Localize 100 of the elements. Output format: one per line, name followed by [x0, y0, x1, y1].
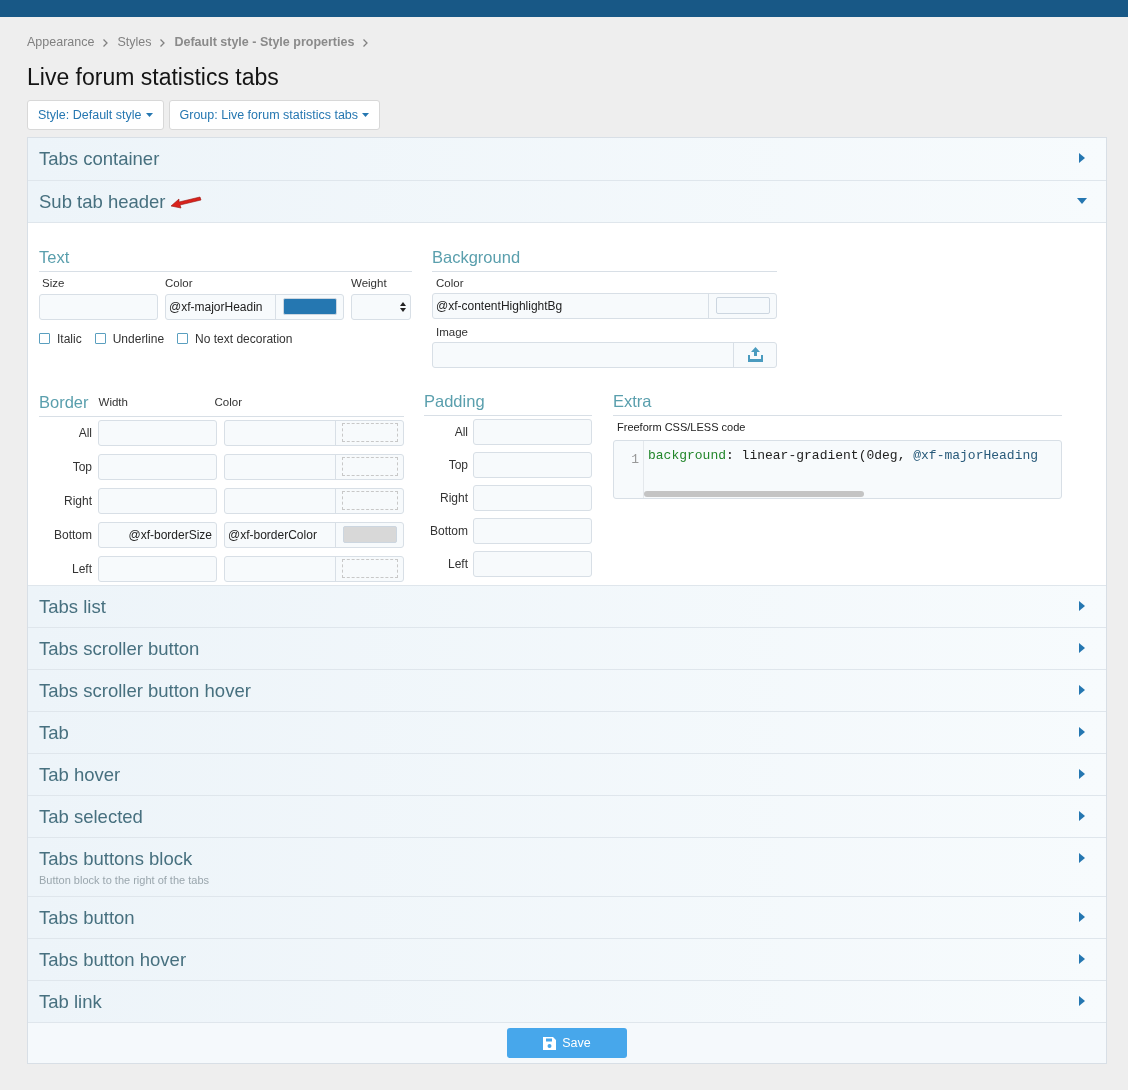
section-title[interactable]: Tab selected — [39, 806, 143, 828]
row-label: Left — [448, 556, 468, 571]
row-label: Top — [72, 459, 92, 474]
annotation-arrow-icon — [169, 195, 202, 209]
group-heading: Border — [39, 392, 89, 413]
color-field[interactable]: @xf-contentHighlightBg — [432, 292, 777, 319]
section-title[interactable]: Tab — [39, 722, 69, 744]
field-label: Image — [435, 324, 469, 340]
column-label: Color — [214, 395, 242, 408]
width-input[interactable] — [98, 419, 217, 446]
group-heading: Padding — [424, 388, 592, 416]
section-title[interactable]: Tabs list — [39, 596, 106, 618]
color-field[interactable] — [224, 419, 404, 446]
breadcrumb-link[interactable]: Appearance — [27, 33, 95, 52]
collapse-arrow-icon[interactable] — [1077, 196, 1087, 206]
color-swatch[interactable] — [282, 298, 337, 316]
padding-input[interactable] — [473, 451, 592, 478]
row-label: All — [454, 424, 468, 439]
filter-button[interactable]: Style: Default style — [27, 100, 164, 130]
section-title[interactable]: Tabs button hover — [39, 949, 187, 971]
color-field[interactable]: @xf-borderColor — [224, 521, 404, 548]
expand-arrow-icon[interactable] — [1077, 996, 1087, 1006]
section-title[interactable]: Tabs scroller button — [39, 638, 200, 660]
section-title[interactable]: Tabs buttons block — [39, 848, 193, 870]
chevron-icon — [103, 38, 109, 47]
code-editor[interactable]: 1 background: linear-gradient(0deg, @xf-majorHeading — [613, 439, 1062, 499]
color-input[interactable]: @xf-borderColor — [225, 522, 335, 547]
checkbox[interactable] — [177, 333, 189, 345]
row-label: Right — [64, 493, 92, 508]
padding-input[interactable] — [473, 517, 592, 544]
color-field[interactable] — [224, 555, 404, 582]
expand-arrow-icon[interactable] — [1077, 727, 1087, 737]
row-label: All — [78, 425, 92, 440]
chevron-icon — [160, 38, 166, 47]
padding-input[interactable] — [473, 550, 592, 577]
width-input[interactable] — [98, 453, 217, 480]
expand-arrow-icon[interactable] — [1077, 769, 1087, 779]
code-line: background: linear-gradient(0deg, @xf-majorHeading — [648, 446, 1039, 465]
expand-arrow-icon[interactable] — [1077, 912, 1087, 922]
color-swatch[interactable] — [342, 526, 397, 544]
save-button[interactable]: Save — [507, 1028, 627, 1058]
column-label: Width — [98, 395, 128, 408]
expand-arrow-icon[interactable] — [1077, 954, 1087, 964]
group-heading: Text — [39, 245, 412, 272]
caret-icon — [362, 113, 370, 117]
color-swatch[interactable] — [341, 457, 398, 477]
group-heading: Background — [432, 245, 777, 272]
filter-button[interactable]: Group: Live forum statistics tabs — [168, 100, 381, 130]
field-label: Color — [165, 276, 193, 289]
field-label: Weight — [351, 276, 387, 289]
width-input[interactable] — [98, 555, 217, 582]
expand-arrow-icon[interactable] — [1077, 853, 1087, 863]
field-label: Freeform CSS/LESS code — [616, 419, 747, 435]
section-title[interactable]: Tab link — [39, 991, 102, 1013]
expand-arrow-icon[interactable] — [1077, 601, 1087, 611]
width-input[interactable] — [98, 487, 217, 514]
padding-input[interactable] — [473, 418, 592, 445]
color-field[interactable] — [224, 487, 404, 514]
row-label: Bottom — [430, 523, 468, 538]
section-title[interactable]: Tab hover — [39, 764, 121, 786]
weight-select[interactable] — [351, 293, 411, 320]
section-title[interactable]: Tabs button — [39, 907, 135, 929]
color-swatch[interactable] — [341, 559, 398, 579]
checkbox-label[interactable]: Italic — [57, 329, 82, 348]
row-label: Bottom — [54, 527, 92, 542]
section-description: Button block to the right of the tabs — [39, 873, 209, 888]
width-input[interactable]: @xf-borderSize — [98, 521, 217, 548]
expand-arrow-icon[interactable] — [1077, 153, 1087, 163]
breadcrumb-link[interactable]: Styles — [117, 33, 152, 52]
checkbox-label[interactable]: Underline — [112, 329, 165, 348]
section-title[interactable]: Tabs scroller button hover — [39, 680, 251, 702]
expand-arrow-icon[interactable] — [1077, 811, 1087, 821]
checkbox[interactable] — [94, 333, 106, 345]
color-input[interactable]: @xf-contentHighlightBg — [433, 293, 708, 318]
expand-arrow-icon[interactable] — [1077, 685, 1087, 695]
padding-input[interactable] — [473, 484, 592, 511]
select-arrows-icon — [400, 301, 406, 312]
breadcrumb-link[interactable]: Default style - Style properties — [174, 33, 355, 52]
checkbox[interactable] — [39, 333, 50, 345]
row-label: Right — [440, 490, 468, 505]
group-heading: Extra — [613, 388, 1062, 416]
expand-arrow-icon[interactable] — [1077, 643, 1087, 653]
row-label: Left — [72, 561, 92, 576]
color-field[interactable]: @xf-majorHeadin — [165, 293, 344, 320]
color-swatch[interactable] — [341, 491, 398, 511]
line-number: 1 — [631, 451, 639, 467]
color-field[interactable] — [224, 453, 404, 480]
color-swatch[interactable] — [715, 297, 770, 315]
color-input[interactable]: @xf-majorHeadin — [166, 294, 275, 319]
section-title[interactable]: Tabs container — [39, 148, 160, 170]
caret-icon — [145, 113, 153, 117]
checkbox-label[interactable]: No text decoration — [195, 329, 293, 348]
chevron-icon — [363, 38, 369, 47]
scrollbar[interactable] — [644, 490, 864, 497]
section-title[interactable]: Sub tab header — [39, 191, 166, 213]
row-label: Top — [448, 457, 468, 472]
field-label: Color — [435, 275, 465, 291]
color-swatch[interactable] — [341, 423, 398, 443]
page-title: Live forum statistics tabs — [27, 63, 280, 92]
size-input[interactable] — [39, 293, 158, 320]
